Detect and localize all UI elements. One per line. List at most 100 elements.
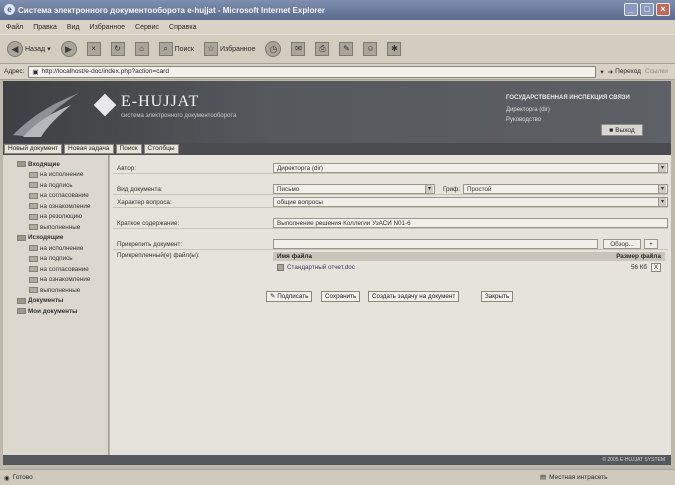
- print-button[interactable]: ⎙: [312, 38, 332, 60]
- done-icon: ◉: [4, 474, 10, 482]
- save-button[interactable]: Сохранить: [321, 291, 361, 302]
- attachment-file-size: 56 Кб: [630, 263, 647, 271]
- form-row-attach: Прикрепить документ: Обзор... +: [113, 239, 668, 250]
- logo-title: E-HUJJAT: [121, 93, 200, 110]
- menu-help[interactable]: Справка: [169, 24, 196, 31]
- sidebar-item-incoming-review[interactable]: на ознакомление: [3, 201, 108, 212]
- tab-search[interactable]: Поиск: [115, 144, 142, 154]
- attachments-header: Имя файла Размер файла: [273, 252, 665, 261]
- security-zone: ▤ Местная интрасеть: [540, 473, 607, 482]
- sidebar-group-outgoing[interactable]: Исходящие: [3, 233, 108, 244]
- sidebar-item-incoming-done[interactable]: выполненные: [3, 222, 108, 233]
- author-select[interactable]: Директорга (dir) ▾: [273, 163, 668, 173]
- sidebar-item-label: на подпись: [40, 255, 73, 263]
- sidebar-item-outgoing-execution[interactable]: на исполнение: [3, 243, 108, 254]
- go-arrow-icon: ➔: [607, 68, 614, 76]
- favorites-button[interactable]: ☆ Избранное: [201, 38, 258, 60]
- sidebar-item-label: на ознакомление: [40, 202, 91, 210]
- menu-file[interactable]: Файл: [6, 24, 23, 31]
- favorites-label: Избранное: [219, 45, 256, 53]
- home-icon: ⌂: [134, 42, 149, 56]
- folder-icon: [17, 308, 26, 315]
- author-label: Автор:: [117, 164, 136, 172]
- sidebar-item-incoming-execution[interactable]: на исполнение: [3, 170, 108, 181]
- tab-new-task[interactable]: Новая задача: [64, 144, 114, 154]
- tab-new-document[interactable]: Новый документ: [4, 144, 63, 154]
- minimize-button[interactable]: _: [624, 3, 638, 16]
- print-icon: ⎙: [315, 42, 330, 56]
- menu-tools[interactable]: Сервис: [135, 24, 159, 31]
- menu-favorites[interactable]: Избранное: [90, 24, 125, 31]
- chevron-down-icon: ▾: [658, 185, 666, 193]
- home-button[interactable]: ⌂: [132, 38, 152, 60]
- logo-diamond-icon: [93, 93, 117, 117]
- form-row-summary: Краткое содержание: Выполнение решения К…: [113, 218, 668, 229]
- question-select[interactable]: общие вопросы ▾: [273, 197, 668, 207]
- tools-button[interactable]: ✱: [384, 38, 404, 60]
- history-button[interactable]: ◷: [262, 38, 284, 60]
- back-button[interactable]: ◀ Назад ▾: [4, 38, 54, 60]
- address-input[interactable]: ▣ http://localhost/e-doc/index.php?actio…: [28, 65, 597, 78]
- sidebar-item-incoming-resolution[interactable]: на резолюцию: [3, 212, 108, 223]
- word-file-icon: [277, 263, 284, 271]
- attachment-file-name[interactable]: Стандартный отчет.doc: [287, 264, 355, 271]
- create-task-button[interactable]: Создать задачу на документ: [368, 291, 460, 302]
- close-button[interactable]: Закрыть: [481, 291, 514, 302]
- mail-button[interactable]: ✉: [288, 38, 308, 60]
- folder-icon: [29, 224, 38, 231]
- menu-edit[interactable]: Правка: [33, 24, 57, 31]
- logout-label: Выход: [615, 126, 635, 134]
- logout-button[interactable]: ■ Выход: [601, 124, 643, 136]
- sign-button[interactable]: ✎ Подписать: [266, 291, 313, 302]
- browse-button[interactable]: Обзор...: [603, 239, 641, 249]
- maximize-button[interactable]: □: [640, 3, 654, 16]
- folder-icon: [29, 287, 38, 294]
- back-arrow-icon: ◀: [7, 41, 23, 57]
- address-dropdown-icon[interactable]: ▾: [600, 68, 603, 76]
- close-window-button[interactable]: ×: [656, 3, 670, 16]
- sidebar-item-outgoing-signature[interactable]: на подпись: [3, 254, 108, 265]
- search-button[interactable]: ⌕ Поиск: [156, 38, 197, 60]
- sidebar-group-label: Мои документы: [28, 307, 78, 315]
- messenger-button[interactable]: ☺: [360, 38, 380, 60]
- menu-view[interactable]: Вид: [67, 24, 80, 31]
- sidebar-item-label: на ознакомление: [40, 276, 91, 284]
- remove-attachment-button[interactable]: X: [651, 262, 661, 272]
- add-attachment-button[interactable]: +: [644, 239, 658, 249]
- links-label[interactable]: Ссылки: [645, 68, 668, 75]
- folder-icon: [29, 245, 38, 252]
- sidebar-item-label: на исполнение: [40, 171, 84, 179]
- form-row-doctype: Вид документа: Письмо ▾ Гриф: Простой ▾: [113, 184, 668, 195]
- summary-value: Выполнение решения Коллегии УзАСИ N01-6: [277, 219, 411, 227]
- doctype-select[interactable]: Письмо ▾: [273, 184, 435, 194]
- file-size-header: Размер файла: [616, 253, 661, 260]
- sidebar-item-label: на подпись: [40, 181, 73, 189]
- folder-icon: [29, 203, 38, 210]
- status-text: Готово: [12, 474, 33, 481]
- tab-columns[interactable]: Столбцы: [143, 144, 179, 154]
- sidebar-group-documents[interactable]: Документы: [3, 296, 108, 307]
- window-title: Система электронного документооборота e-…: [18, 5, 325, 15]
- page-icon: ▣: [32, 68, 39, 76]
- grif-value: Простой: [467, 185, 492, 193]
- summary-input[interactable]: Выполнение решения Коллегии УзАСИ N01-6: [273, 218, 668, 228]
- sidebar-item-outgoing-approval[interactable]: на согласование: [3, 264, 108, 275]
- sidebar-item-incoming-approval[interactable]: на согласование: [3, 191, 108, 202]
- forward-button[interactable]: ▶: [58, 38, 80, 60]
- sidebar-item-incoming-signature[interactable]: на подпись: [3, 180, 108, 191]
- edit-page-button[interactable]: ✎: [336, 38, 356, 60]
- file-name-header: Имя файла: [277, 253, 312, 260]
- stop-button[interactable]: ×: [84, 38, 104, 60]
- chevron-down-icon: ▾: [658, 198, 666, 206]
- sign-label: Подписать: [277, 293, 309, 300]
- sidebar-group-label: Входящие: [28, 160, 60, 168]
- folder-icon: [29, 182, 38, 189]
- go-button[interactable]: ➔ Переход: [608, 68, 641, 76]
- sidebar-item-outgoing-done[interactable]: выполненные: [3, 285, 108, 296]
- refresh-button[interactable]: ↻: [108, 38, 128, 60]
- grif-select[interactable]: Простой ▾: [463, 184, 668, 194]
- sidebar-item-outgoing-review[interactable]: на ознакомление: [3, 275, 108, 286]
- sidebar-group-incoming[interactable]: Входящие: [3, 159, 108, 170]
- sidebar-group-my-documents[interactable]: Мои документы: [3, 306, 108, 317]
- attach-file-input[interactable]: [273, 239, 598, 249]
